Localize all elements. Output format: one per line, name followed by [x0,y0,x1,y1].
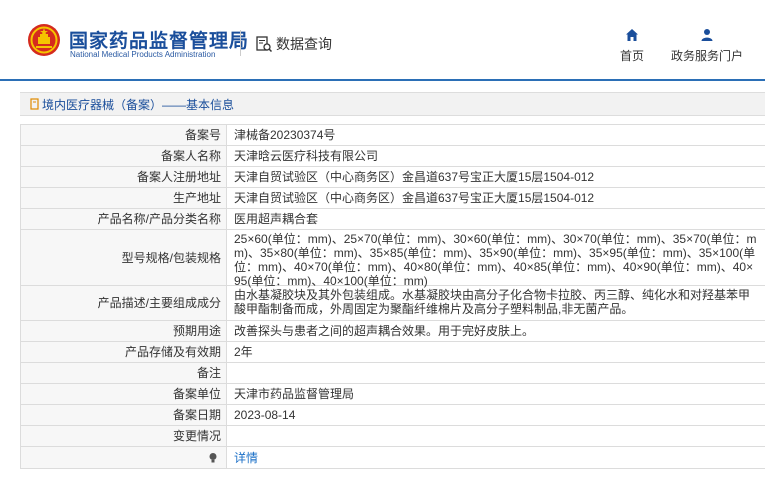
field-value: 医用超声耦合套 [234,212,319,226]
national-emblem-icon [28,24,60,56]
table-row: 型号规格/包装规格 25×60(单位：mm)、25×70(单位：mm)、30×6… [20,230,765,288]
field-label: 产品名称/产品分类名称 [21,209,227,229]
table-row: 备案单位 天津市药品监督管理局 [20,384,765,405]
header-divider [240,30,241,56]
site-header: 国家药品监督管理局 National Medical Products Admi… [0,0,765,80]
field-value: 改善探头与患者之间的超声耦合效果。用于完好皮肤上。 [234,324,535,338]
field-value: 津械备20230374号 [234,128,336,142]
field-label: 备案人名称 [21,146,227,166]
nav-gov-service-portal[interactable]: 政务服务门户 [671,28,743,64]
detail-hint-label [21,447,227,468]
site-title-en: National Medical Products Administration [70,50,216,59]
field-label: 备案号 [21,125,227,145]
user-icon [701,29,713,41]
field-value: 天津晗云医疗科技有限公司 [234,149,379,163]
field-label: 备案单位 [21,384,227,404]
field-value: 天津自贸试验区（中心商务区）金昌道637号宝正大厦15层1504-012 [234,191,595,205]
field-label: 产品描述/主要组成成分 [21,286,227,320]
document-search-icon [256,36,273,53]
field-value: 天津市药品监督管理局 [234,387,355,401]
record-detail-table: 备案号 津械备20230374号 备案人名称 天津晗云医疗科技有限公司 备案人注… [20,124,765,469]
field-value [227,363,765,383]
nav-gov-service-label: 政务服务门户 [671,49,744,63]
table-row: 备案人名称 天津晗云医疗科技有限公司 [20,146,765,167]
field-label: 预期用途 [21,321,227,341]
lightbulb-icon [209,452,217,462]
table-row: 产品存储及有效期 2年 [20,342,765,363]
field-label: 备案人注册地址 [21,167,227,187]
home-icon [626,29,638,41]
table-row: 预期用途 改善探头与患者之间的超声耦合效果。用于完好皮肤上。 [20,321,765,342]
table-row: 备注 [20,363,765,384]
nav-home-label: 首页 [620,49,645,63]
data-query-label: 数据查询 [276,36,332,52]
breadcrumb-text: 境内医疗器械（备案）——基本信息 [42,97,235,112]
breadcrumb: 境内医疗器械（备案）——基本信息 [20,92,765,116]
table-row: 产品名称/产品分类名称 医用超声耦合套 [20,209,765,230]
field-label: 型号规格/包装规格 [21,230,227,285]
field-value: 天津自贸试验区（中心商务区）金昌道637号宝正大厦15层1504-012 [234,170,595,184]
site-title[interactable]: 国家药品监督管理局 [69,26,249,53]
table-row: 详情 [20,447,765,469]
nav-home[interactable]: 首页 [620,28,644,64]
table-row: 产品描述/主要组成成分 由水基凝胶块及其外包装组成。水基凝胶块由高分子化合物卡拉… [20,286,765,321]
field-label: 生产地址 [21,188,227,208]
field-label: 产品存储及有效期 [21,342,227,362]
field-value [227,426,765,446]
field-label: 备案日期 [21,405,227,425]
header-underline [0,79,765,81]
field-label: 备注 [21,363,227,383]
field-value: 2023-08-14 [234,408,296,422]
field-value: 2年 [234,345,253,359]
data-query-link[interactable]: 数据查询 [255,34,332,54]
field-label: 变更情况 [21,426,227,446]
field-value: 25×60(单位：mm)、25×70(单位：mm)、30×60(单位：mm)、3… [234,232,757,288]
table-row: 生产地址 天津自贸试验区（中心商务区）金昌道637号宝正大厦15层1504-01… [20,188,765,209]
table-row: 备案日期 2023-08-14 [20,405,765,426]
table-row: 变更情况 [20,426,765,447]
table-row: 备案人注册地址 天津自贸试验区（中心商务区）金昌道637号宝正大厦15层1504… [20,167,765,188]
field-value: 由水基凝胶块及其外包装组成。水基凝胶块由高分子化合物卡拉胶、丙三醇、纯化水和对羟… [234,288,751,316]
breadcrumb-page-icon [30,98,39,110]
table-row: 备案号 津械备20230374号 [20,125,765,146]
details-link[interactable]: 详情 [227,447,765,468]
